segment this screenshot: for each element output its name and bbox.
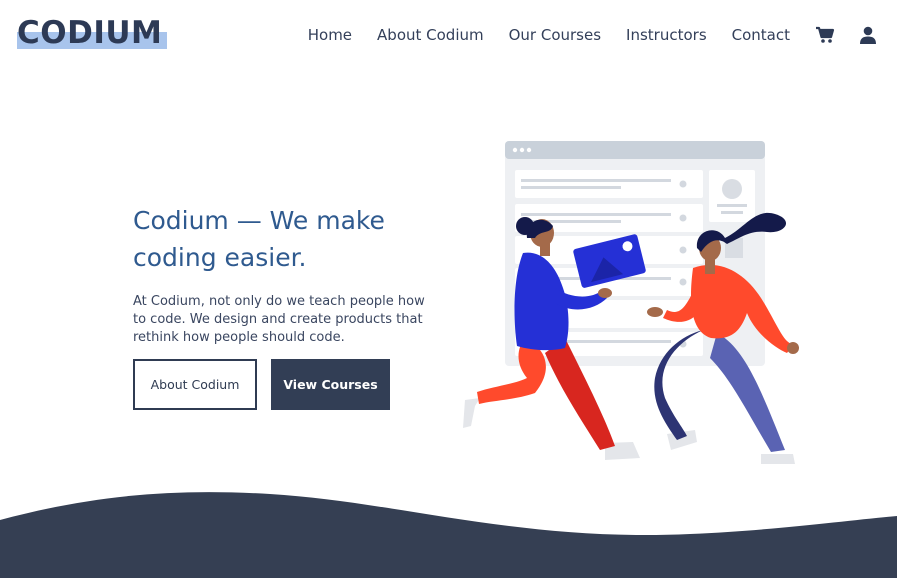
nav-instructors[interactable]: Instructors bbox=[626, 26, 707, 44]
main-nav: Home About Codium Our Courses Instructor… bbox=[308, 24, 877, 46]
logo-text: CODIUM bbox=[17, 15, 163, 51]
cart-icon[interactable] bbox=[815, 26, 835, 44]
logo[interactable]: CODIUM bbox=[17, 14, 167, 54]
about-codium-button[interactable]: About Codium bbox=[133, 359, 257, 410]
user-icon[interactable] bbox=[859, 26, 877, 44]
view-courses-button[interactable]: View Courses bbox=[271, 359, 390, 410]
hero-title: Codium — We make coding easier. bbox=[133, 206, 385, 272]
hero-description: At Codium, not only do we teach people h… bbox=[133, 294, 425, 345]
nav-home[interactable]: Home bbox=[308, 26, 352, 44]
footer-wave bbox=[0, 492, 897, 578]
hero-illustration bbox=[463, 141, 799, 464]
nav-our-courses[interactable]: Our Courses bbox=[509, 26, 601, 44]
nav-contact[interactable]: Contact bbox=[732, 26, 790, 44]
nav-about-codium[interactable]: About Codium bbox=[377, 26, 484, 44]
